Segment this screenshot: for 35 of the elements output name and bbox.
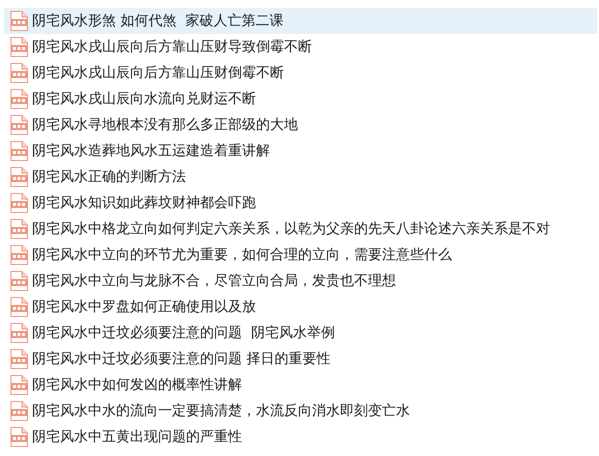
video-file-icon [10, 271, 28, 291]
video-file-icon [10, 427, 28, 447]
video-file-icon [10, 37, 28, 57]
file-name: 阴宅风水中立向的环节尤为重要，如何合理的立向，需要注意些什么 [32, 246, 452, 264]
file-name: 阴宅风水中立向与龙脉不合，尽管立向合局，发贵也不理想 [32, 272, 396, 290]
file-name: 阴宅风水中五黄出现问题的严重性 [32, 428, 242, 446]
file-name: 阴宅风水知识如此葬坟财神都会吓跑 [32, 194, 256, 212]
file-name: 阴宅风水造葬地风水五运建造着重讲解 [32, 142, 270, 160]
video-file-icon [10, 297, 28, 317]
video-file-icon [10, 401, 28, 421]
video-file-icon [10, 219, 28, 239]
file-name: 阴宅风水中迁坟必须要注意的问题 阴宅风水举例 [32, 324, 335, 342]
video-file-icon [10, 167, 28, 187]
file-name: 阴宅风水正确的判断方法 [32, 168, 186, 186]
file-name: 阴宅风水中水的流向一定要搞清楚，水流反向消水即刻变亡水 [32, 402, 410, 420]
video-file-icon [10, 349, 28, 369]
video-file-icon [10, 323, 28, 343]
file-name: 阴宅风水中格龙立向如何判定六亲关系，以乾为父亲的先天八卦论述六亲关系是不对 [32, 220, 550, 238]
video-file-icon [10, 11, 28, 31]
file-name: 阴宅风水中迁坟必须要注意的问题 择日的重要性 [32, 350, 330, 368]
video-file-icon [10, 193, 28, 213]
video-file-icon [10, 115, 28, 135]
video-file-icon [10, 63, 28, 83]
file-name: 阴宅风水寻地根本没有那么多正部级的大地 [32, 116, 298, 134]
video-file-icon [10, 141, 28, 161]
video-file-icon [10, 245, 28, 265]
file-name: 阴宅风水中如何发凶的概率性讲解 [32, 376, 242, 394]
file-name: 阴宅风水形煞 如何代煞 家破人亡第二课 [32, 12, 284, 30]
file-name: 阴宅风水中罗盘如何正确使用以及放 [32, 298, 256, 316]
video-file-icon [10, 89, 28, 109]
video-file-icon [10, 375, 28, 395]
file-row[interactable]: 阴宅风水形煞 如何代煞 家破人亡第二课 [4, 8, 597, 34]
file-name: 阴宅风水戌山辰向水流向兑财运不断 [32, 90, 256, 108]
file-name: 阴宅风水戌山辰向后方靠山压财导致倒霉不断 [32, 38, 312, 56]
file-name: 阴宅风水戌山辰向后方靠山压财倒霉不断 [32, 64, 284, 82]
